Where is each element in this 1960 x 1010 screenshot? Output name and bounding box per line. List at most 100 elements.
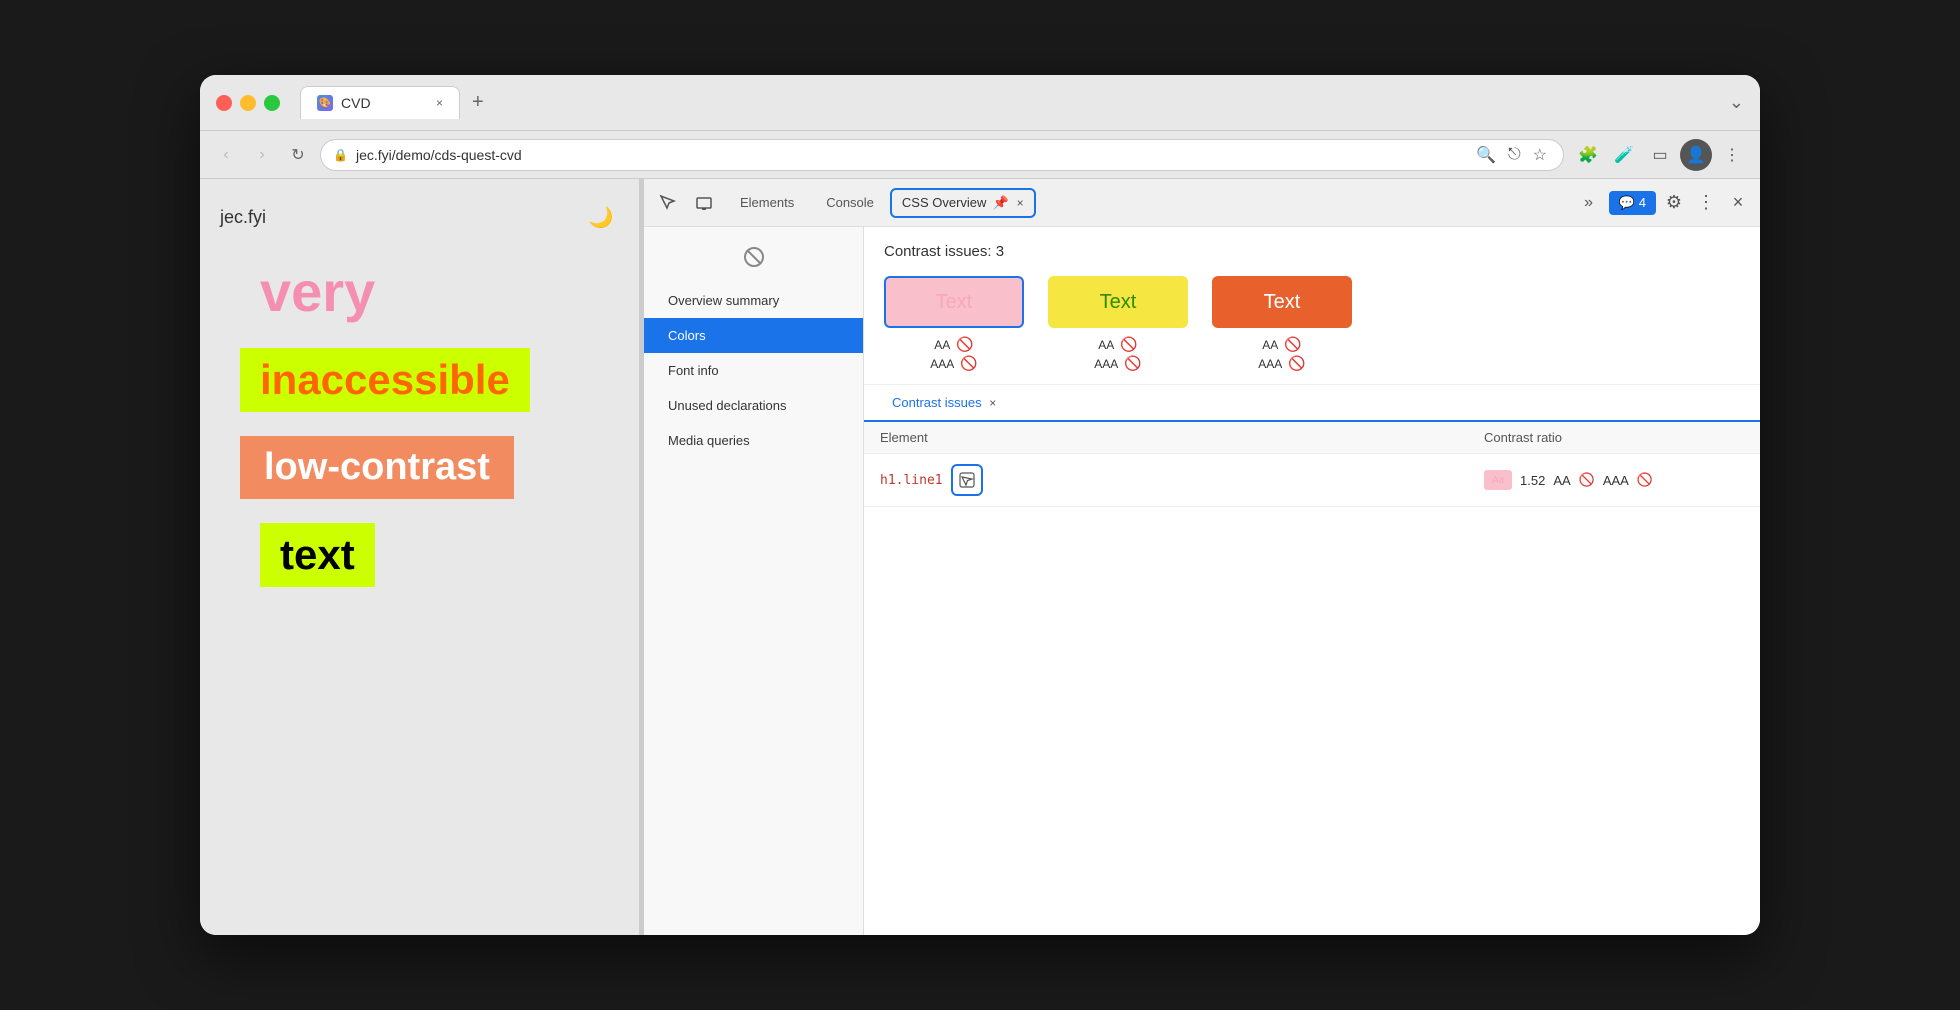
css-overview-label: CSS Overview [902, 195, 987, 210]
search-icon-btn[interactable]: 🔍 [1472, 141, 1500, 169]
contrast-table: Element Contrast ratio h1.line1 [864, 422, 1760, 935]
contrast-table-header: Element Contrast ratio [864, 422, 1760, 454]
contrast-label-aa-pink: AA 🚫 [934, 336, 973, 353]
contrast-label-aaa-yellow: AAA 🚫 [1094, 355, 1141, 372]
contrast-box-orange[interactable]: Text [1212, 276, 1352, 328]
aaa-no-icon-orange: 🚫 [1288, 355, 1305, 372]
table-row-element: h1.line1 [880, 464, 1484, 496]
contrast-card-yellow: Text AA 🚫 AAA 🚫 [1048, 276, 1188, 372]
no-icon [742, 245, 766, 269]
devtools-toolbar: Elements Console CSS Overview 📌 × » 💬 4 … [644, 179, 1760, 227]
contrast-cards: Text AA 🚫 AAA 🚫 [884, 276, 1740, 372]
devtools-right-content: Contrast issues: 3 Text AA � [864, 227, 1760, 935]
contrast-label-aaa-orange: AAA 🚫 [1258, 355, 1305, 372]
sidebar-item-overview-summary[interactable]: Overview summary [644, 283, 863, 318]
contrast-issues-title: Contrast issues: 3 [884, 243, 1740, 260]
split-view-icon-btn[interactable]: ▭ [1644, 139, 1676, 171]
close-traffic-light[interactable] [216, 95, 232, 111]
minimize-traffic-light[interactable] [240, 95, 256, 111]
contrast-card-pink-labels: AA 🚫 AAA 🚫 [930, 336, 977, 372]
issues-badge-icon: 💬 [1619, 195, 1635, 211]
device-toggle-btn[interactable] [688, 187, 720, 219]
contrast-label-aa-yellow: AA 🚫 [1098, 336, 1137, 353]
dark-mode-button[interactable]: 🌙 [583, 199, 619, 235]
tab-bar: 🎨 CVD × + ⌄ [300, 86, 1744, 119]
lower-tab-close-btn[interactable]: × [989, 396, 996, 410]
active-tab[interactable]: 🎨 CVD × [300, 86, 460, 119]
devtools-kebab-btn[interactable]: ⋮ [1692, 189, 1720, 217]
site-name: jec.fyi [220, 207, 266, 228]
bookmark-icon-btn[interactable]: ☆ [1529, 141, 1551, 169]
aa-no-icon-orange: 🚫 [1284, 336, 1301, 353]
lower-tab-label: Contrast issues [892, 395, 982, 410]
aaa-no-icon-yellow: 🚫 [1124, 355, 1141, 372]
ratio-aa-icon: 🚫 [1579, 472, 1595, 488]
sidebar-item-font-info[interactable]: Font info [644, 353, 863, 388]
contrast-box-yellow[interactable]: Text [1048, 276, 1188, 328]
contrast-text-orange: Text [1264, 291, 1301, 314]
devtools-nav-header [644, 239, 863, 275]
contrast-box-pink[interactable]: Text [884, 276, 1024, 328]
aaa-label-yellow: AAA [1094, 357, 1118, 371]
title-bar: 🎨 CVD × + ⌄ [200, 75, 1760, 131]
tab-elements[interactable]: Elements [724, 187, 810, 218]
forward-button[interactable]: › [248, 141, 276, 169]
low-contrast-text: low-contrast [240, 436, 514, 499]
page-content: very inaccessible low-contrast text [220, 259, 619, 915]
contrast-text-pink: Text [936, 291, 973, 314]
traffic-lights [216, 95, 280, 111]
address-bar[interactable]: 🔒 jec.fyi/demo/cds-quest-cvd 🔍 ⎋ ☆ [320, 139, 1564, 171]
devtools-right-actions: 💬 4 ⚙ ⋮ × [1609, 189, 1752, 217]
labs-icon-btn[interactable]: 🧪 [1608, 139, 1640, 171]
maximize-traffic-light[interactable] [264, 95, 280, 111]
inspect-element-row-btn[interactable] [951, 464, 983, 496]
toolbar-icons: 🧩 🧪 ▭ 👤 ⋮ [1572, 139, 1748, 171]
new-tab-button[interactable]: + [464, 87, 492, 118]
devtools-panel: Elements Console CSS Overview 📌 × » 💬 4 … [644, 179, 1760, 935]
tab-console[interactable]: Console [810, 187, 890, 218]
issues-badge-btn[interactable]: 💬 4 [1609, 191, 1656, 215]
browser-content: jec.fyi 🌙 very inaccessible low-contrast… [200, 179, 1760, 935]
extensions-icon-btn[interactable]: 🧩 [1572, 139, 1604, 171]
sidebar-item-media-queries[interactable]: Media queries [644, 423, 863, 458]
contrast-label-aaa-pink: AAA 🚫 [930, 355, 977, 372]
aaa-label-orange: AAA [1258, 357, 1282, 371]
refresh-button[interactable]: ↻ [284, 141, 312, 169]
aaa-label-pink: AAA [930, 357, 954, 371]
inspect-element-btn[interactable] [652, 187, 684, 219]
ratio-swatch: Aa [1484, 470, 1512, 490]
tab-close-btn[interactable]: × [436, 96, 443, 110]
aa-label-yellow: AA [1098, 338, 1114, 352]
more-tabs-btn[interactable]: » [1573, 187, 1605, 219]
contrast-card-yellow-labels: AA 🚫 AAA 🚫 [1094, 336, 1141, 372]
table-row: h1.line1 [864, 454, 1760, 507]
browser-window: 🎨 CVD × + ⌄ ‹ › ↻ 🔒 jec.fyi/demo/cds-que… [200, 75, 1760, 935]
tab-css-overview[interactable]: CSS Overview 📌 × [890, 188, 1036, 218]
ratio-value: 1.52 [1520, 473, 1545, 488]
col-element-label: Element [880, 430, 1484, 445]
page-header: jec.fyi 🌙 [220, 199, 619, 235]
contrast-lower-header: Contrast issues × [864, 385, 1760, 422]
css-overview-pin-icon: 📌 [992, 195, 1008, 211]
sidebar-item-colors[interactable]: Colors [644, 318, 863, 353]
contrast-card-pink: Text AA 🚫 AAA 🚫 [884, 276, 1024, 372]
share-icon-btn[interactable]: ⎋ [1504, 142, 1525, 168]
aa-no-icon-yellow: 🚫 [1120, 336, 1137, 353]
devtools-left-nav: Overview summary Colors Font info Unused… [644, 227, 864, 935]
devtools-tabs: Elements Console CSS Overview 📌 × [724, 187, 1569, 218]
back-button[interactable]: ‹ [212, 141, 240, 169]
aa-no-icon-pink: 🚫 [956, 336, 973, 353]
lower-tab-contrast-issues[interactable]: Contrast issues × [880, 385, 1008, 422]
css-overview-close-btn[interactable]: × [1017, 196, 1024, 210]
menu-button[interactable]: ⋮ [1716, 139, 1748, 171]
address-text: jec.fyi/demo/cds-quest-cvd [356, 147, 1464, 163]
devtools-close-btn[interactable]: × [1724, 189, 1752, 217]
issues-badge-count: 4 [1639, 195, 1646, 210]
profile-button[interactable]: 👤 [1680, 139, 1712, 171]
tab-more-button[interactable]: ⌄ [1729, 92, 1744, 113]
sidebar-item-unused-declarations[interactable]: Unused declarations [644, 388, 863, 423]
inaccessible-text: inaccessible [240, 348, 530, 412]
address-bar-row: ‹ › ↻ 🔒 jec.fyi/demo/cds-quest-cvd 🔍 ⎋ ☆… [200, 131, 1760, 179]
devtools-settings-btn[interactable]: ⚙ [1660, 189, 1688, 217]
aa-label-pink: AA [934, 338, 950, 352]
